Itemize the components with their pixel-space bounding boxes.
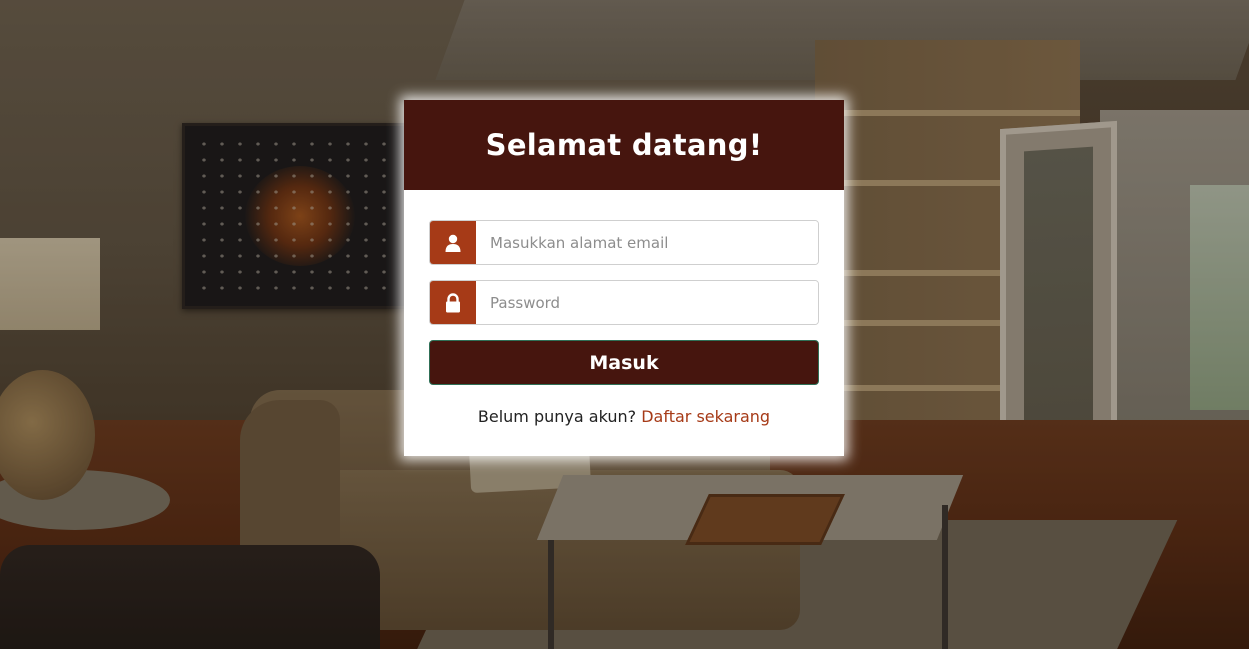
login-button[interactable]: Masuk [429, 340, 819, 385]
lock-icon [430, 281, 476, 324]
register-prompt-line: Belum punya akun? Daftar sekarang [429, 407, 819, 426]
register-prompt-text: Belum punya akun? [477, 407, 637, 426]
login-card: Selamat datang! Masuk Belum punya aku [404, 100, 844, 456]
password-field[interactable] [476, 281, 818, 324]
login-form: Masuk Belum punya akun? Daftar sekarang [404, 190, 844, 426]
login-title: Selamat datang! [485, 128, 763, 162]
login-header: Selamat datang! [404, 100, 844, 190]
password-input-group [429, 280, 819, 325]
user-icon [430, 221, 476, 264]
email-field[interactable] [476, 221, 818, 264]
email-input-group [429, 220, 819, 265]
register-link[interactable]: Daftar sekarang [641, 407, 770, 426]
